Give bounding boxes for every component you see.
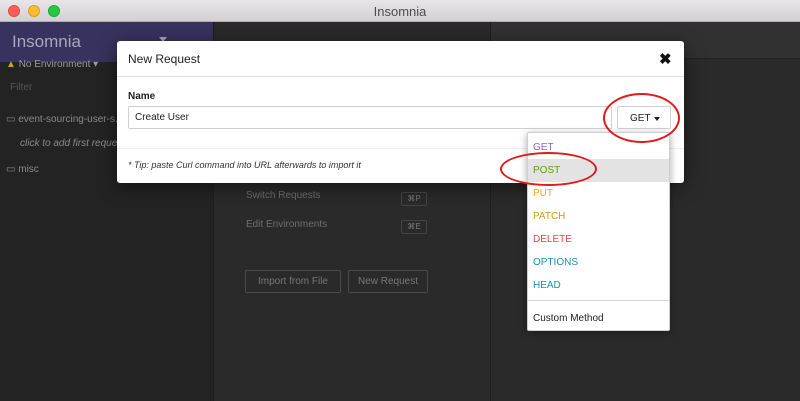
method-option-head[interactable]: HEAD bbox=[528, 274, 669, 297]
shortcut-edit-environments-key: ⌘E bbox=[401, 220, 427, 234]
window-title: Insomnia bbox=[373, 4, 427, 19]
method-option-delete[interactable]: DELETE bbox=[528, 228, 669, 251]
method-option-options[interactable]: OPTIONS bbox=[528, 251, 669, 274]
chevron-down-icon: ▾ bbox=[93, 59, 99, 70]
method-option-custom[interactable]: Custom Method bbox=[528, 307, 669, 330]
dropdown-divider bbox=[528, 300, 669, 301]
name-label: Name bbox=[128, 91, 156, 102]
import-from-file-button[interactable]: Import from File bbox=[245, 270, 341, 293]
environment-selector[interactable]: ▲ No Environment ▾ bbox=[6, 59, 98, 70]
shortcut-edit-environments-label: Edit Environments bbox=[246, 219, 328, 230]
sidebar-folder-misc[interactable]: ▭ misc bbox=[6, 164, 39, 175]
modal-title: New Request bbox=[128, 52, 201, 66]
sidebar-add-request-hint[interactable]: click to add first reque... bbox=[20, 138, 126, 149]
request-name-input[interactable] bbox=[128, 106, 612, 129]
folder-icon: ▭ bbox=[6, 114, 16, 125]
folder-icon: ▭ bbox=[6, 164, 16, 175]
close-icon[interactable]: ✖ bbox=[659, 50, 672, 68]
annotation-circle-method bbox=[603, 93, 680, 143]
modal-header: New Request ✖ bbox=[117, 41, 684, 77]
curl-tip: * Tip: paste Curl command into URL after… bbox=[128, 160, 361, 170]
shortcut-switch-requests-label: Switch Requests bbox=[246, 190, 321, 201]
new-request-button[interactable]: New Request bbox=[348, 270, 428, 293]
warning-icon: ▲ bbox=[6, 59, 16, 70]
sidebar-folder-event-sourcing[interactable]: ▭ event-sourcing-user-s... bbox=[6, 114, 123, 125]
shortcut-switch-requests-key: ⌘P bbox=[401, 192, 427, 206]
method-option-patch[interactable]: PATCH bbox=[528, 205, 669, 228]
workspace-name: Insomnia bbox=[12, 32, 81, 51]
sidebar-item-label: event-sourcing-user-s... bbox=[18, 114, 124, 125]
environment-label: No Environment bbox=[18, 59, 91, 70]
filter-input[interactable]: Filter bbox=[10, 82, 32, 93]
window-titlebar: Insomnia bbox=[0, 0, 800, 22]
sidebar-item-label: misc bbox=[18, 164, 39, 175]
annotation-circle-post bbox=[500, 152, 597, 186]
